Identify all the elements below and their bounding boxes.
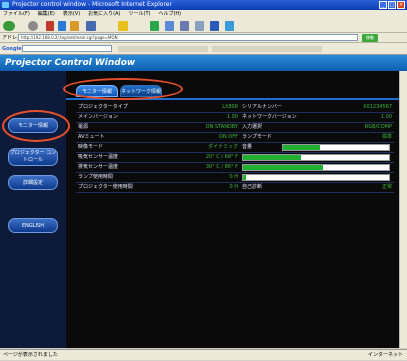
row-value: ON STANDBY <box>205 124 238 130</box>
annotation-circle-tabs <box>63 78 183 100</box>
menu-view[interactable]: 表示(V) <box>63 10 80 19</box>
window-buttons: _ □ × <box>379 1 405 9</box>
row-label: 自己診断 <box>242 184 263 190</box>
history-icon[interactable] <box>165 21 174 31</box>
lamp-time-bar-fill <box>243 175 246 180</box>
maximize-button[interactable]: □ <box>388 1 396 9</box>
google-search-input[interactable] <box>22 45 112 52</box>
search-button[interactable] <box>86 21 96 31</box>
row-label: ランプ使用時間 <box>78 174 113 180</box>
edit-icon[interactable] <box>210 21 219 31</box>
row-value: 1.00 <box>226 114 238 120</box>
row-label: 排気センサー温度 <box>78 164 119 170</box>
row-value: RGB/COMP <box>364 124 392 130</box>
menu-help[interactable]: ヘルプ(H) <box>158 10 181 19</box>
favorites-star-icon[interactable] <box>118 21 128 31</box>
go-button[interactable]: 移動 <box>362 34 378 42</box>
minimize-button[interactable]: _ <box>379 1 387 9</box>
sidebar-item-advanced-settings[interactable]: 詳細設定 <box>8 175 58 190</box>
intake-temp-bar <box>242 154 390 161</box>
row-value: 30° C / 86° F <box>205 164 238 170</box>
row-label: ネットワークバージョン <box>242 114 297 120</box>
row-label: 電源 <box>78 124 89 130</box>
table-row: 電源 ON STANDBY 入力選択 RGB/COMP <box>76 123 394 133</box>
browser-toolbar <box>0 19 407 33</box>
home-button[interactable] <box>70 21 79 31</box>
row-label: 映像モード <box>78 144 104 150</box>
browser-title: Projector control window - Microsoft Int… <box>12 1 172 8</box>
row-value: 標準 <box>381 134 392 140</box>
sidebar-item-english[interactable]: ENGLISH <box>8 218 58 233</box>
exhaust-temp-bar <box>242 164 390 171</box>
volume-bar-fill <box>283 145 321 150</box>
page-header: Projector Control Window <box>0 55 407 71</box>
row-label: ランプモード <box>242 134 272 140</box>
status-zone: インターネット <box>367 352 403 358</box>
row-label: 音量 <box>242 144 253 150</box>
table-row: プロジェクター使用時間 0 H 自己診断 正常 <box>76 183 394 193</box>
forward-button[interactable] <box>28 21 38 31</box>
row-value: 0 H <box>229 184 238 190</box>
back-button[interactable] <box>3 21 15 31</box>
menu-bar: ファイル(F) 編集(E) 表示(V) お気に入り(A) ツール(T) ヘルプ(… <box>0 10 407 19</box>
print-icon[interactable] <box>195 21 204 31</box>
table-row: 映像モード ダイナミック 音量 <box>76 143 394 153</box>
menu-edit[interactable]: 編集(E) <box>38 10 55 19</box>
page-title: Projector Control Window <box>5 58 136 68</box>
address-input[interactable]: http://192.168.0.2/.top/set/main.cgi?pag… <box>18 34 358 41</box>
stop-button[interactable] <box>46 21 54 31</box>
google-toolbar-extras[interactable] <box>212 46 322 52</box>
row-value: ON OFF <box>219 134 238 140</box>
table-row: AVミュート ON OFF ランプモード 標準 <box>76 133 394 143</box>
row-value: 0 H <box>229 174 238 180</box>
row-label: シリアルナンバー <box>242 104 282 110</box>
row-label: メインバージョン <box>78 114 118 120</box>
menu-file[interactable]: ファイル(F) <box>3 10 30 19</box>
table-row: 排気センサー温度 30° C / 86° F <box>76 163 394 173</box>
vertical-scrollbar[interactable] <box>399 71 407 348</box>
address-bar: アドレス(D) http://192.168.0.2/.top/set/main… <box>0 33 407 43</box>
table-row: ランプ使用時間 0 H <box>76 173 394 183</box>
status-table: プロジェクタータイプ LX800 シリアルナンバー X01234567 メインバ… <box>76 103 394 193</box>
row-value: X01234567 <box>363 104 392 110</box>
menu-tools[interactable]: ツール(T) <box>129 10 151 19</box>
mail-icon[interactable] <box>180 21 189 31</box>
row-label: プロジェクタータイプ <box>78 104 128 110</box>
row-value: 正常 <box>381 184 392 190</box>
exhaust-temp-bar-fill <box>243 165 324 170</box>
refresh-button[interactable] <box>58 21 66 31</box>
row-label: 吸気センサー温度 <box>78 154 119 160</box>
google-toolbar-buttons[interactable] <box>118 46 208 52</box>
table-row: メインバージョン 1.00 ネットワークバージョン 1.00 <box>76 113 394 123</box>
browser-title-bar: Projector control window - Microsoft Int… <box>0 0 407 10</box>
table-row: 吸気センサー温度 20° C / 68° F <box>76 153 394 163</box>
google-label: Google <box>2 46 22 52</box>
messenger-icon[interactable] <box>225 21 234 31</box>
row-label: 入力選択 <box>242 124 263 130</box>
row-value: LX800 <box>222 104 238 110</box>
row-label: AVミュート <box>78 134 105 140</box>
status-bar: ページが表示されました インターネット <box>0 349 407 360</box>
close-button[interactable]: × <box>397 1 405 9</box>
ie-icon <box>2 2 9 8</box>
media-icon[interactable] <box>150 21 159 31</box>
row-value: ダイナミック <box>208 144 238 150</box>
row-label: プロジェクター使用時間 <box>78 184 133 190</box>
annotation-circle-sidebar <box>2 110 70 142</box>
intake-temp-bar-fill <box>243 155 302 160</box>
row-value: 1.00 <box>380 114 392 120</box>
status-text: ページが表示されました <box>3 352 58 358</box>
volume-bar <box>282 144 390 151</box>
main-panel: モニター情報 ネットワーク情報 プロジェクタータイプ LX800 シリアルナンバ… <box>66 71 399 348</box>
google-toolbar: Google <box>0 43 407 55</box>
lamp-time-bar <box>242 174 390 181</box>
menu-favorites[interactable]: お気に入り(A) <box>88 10 120 19</box>
sidebar-item-projector-control[interactable]: プロジェクター コントロール <box>8 148 58 166</box>
row-value: 20° C / 68° F <box>205 154 238 160</box>
table-row: プロジェクタータイプ LX800 シリアルナンバー X01234567 <box>76 103 394 113</box>
